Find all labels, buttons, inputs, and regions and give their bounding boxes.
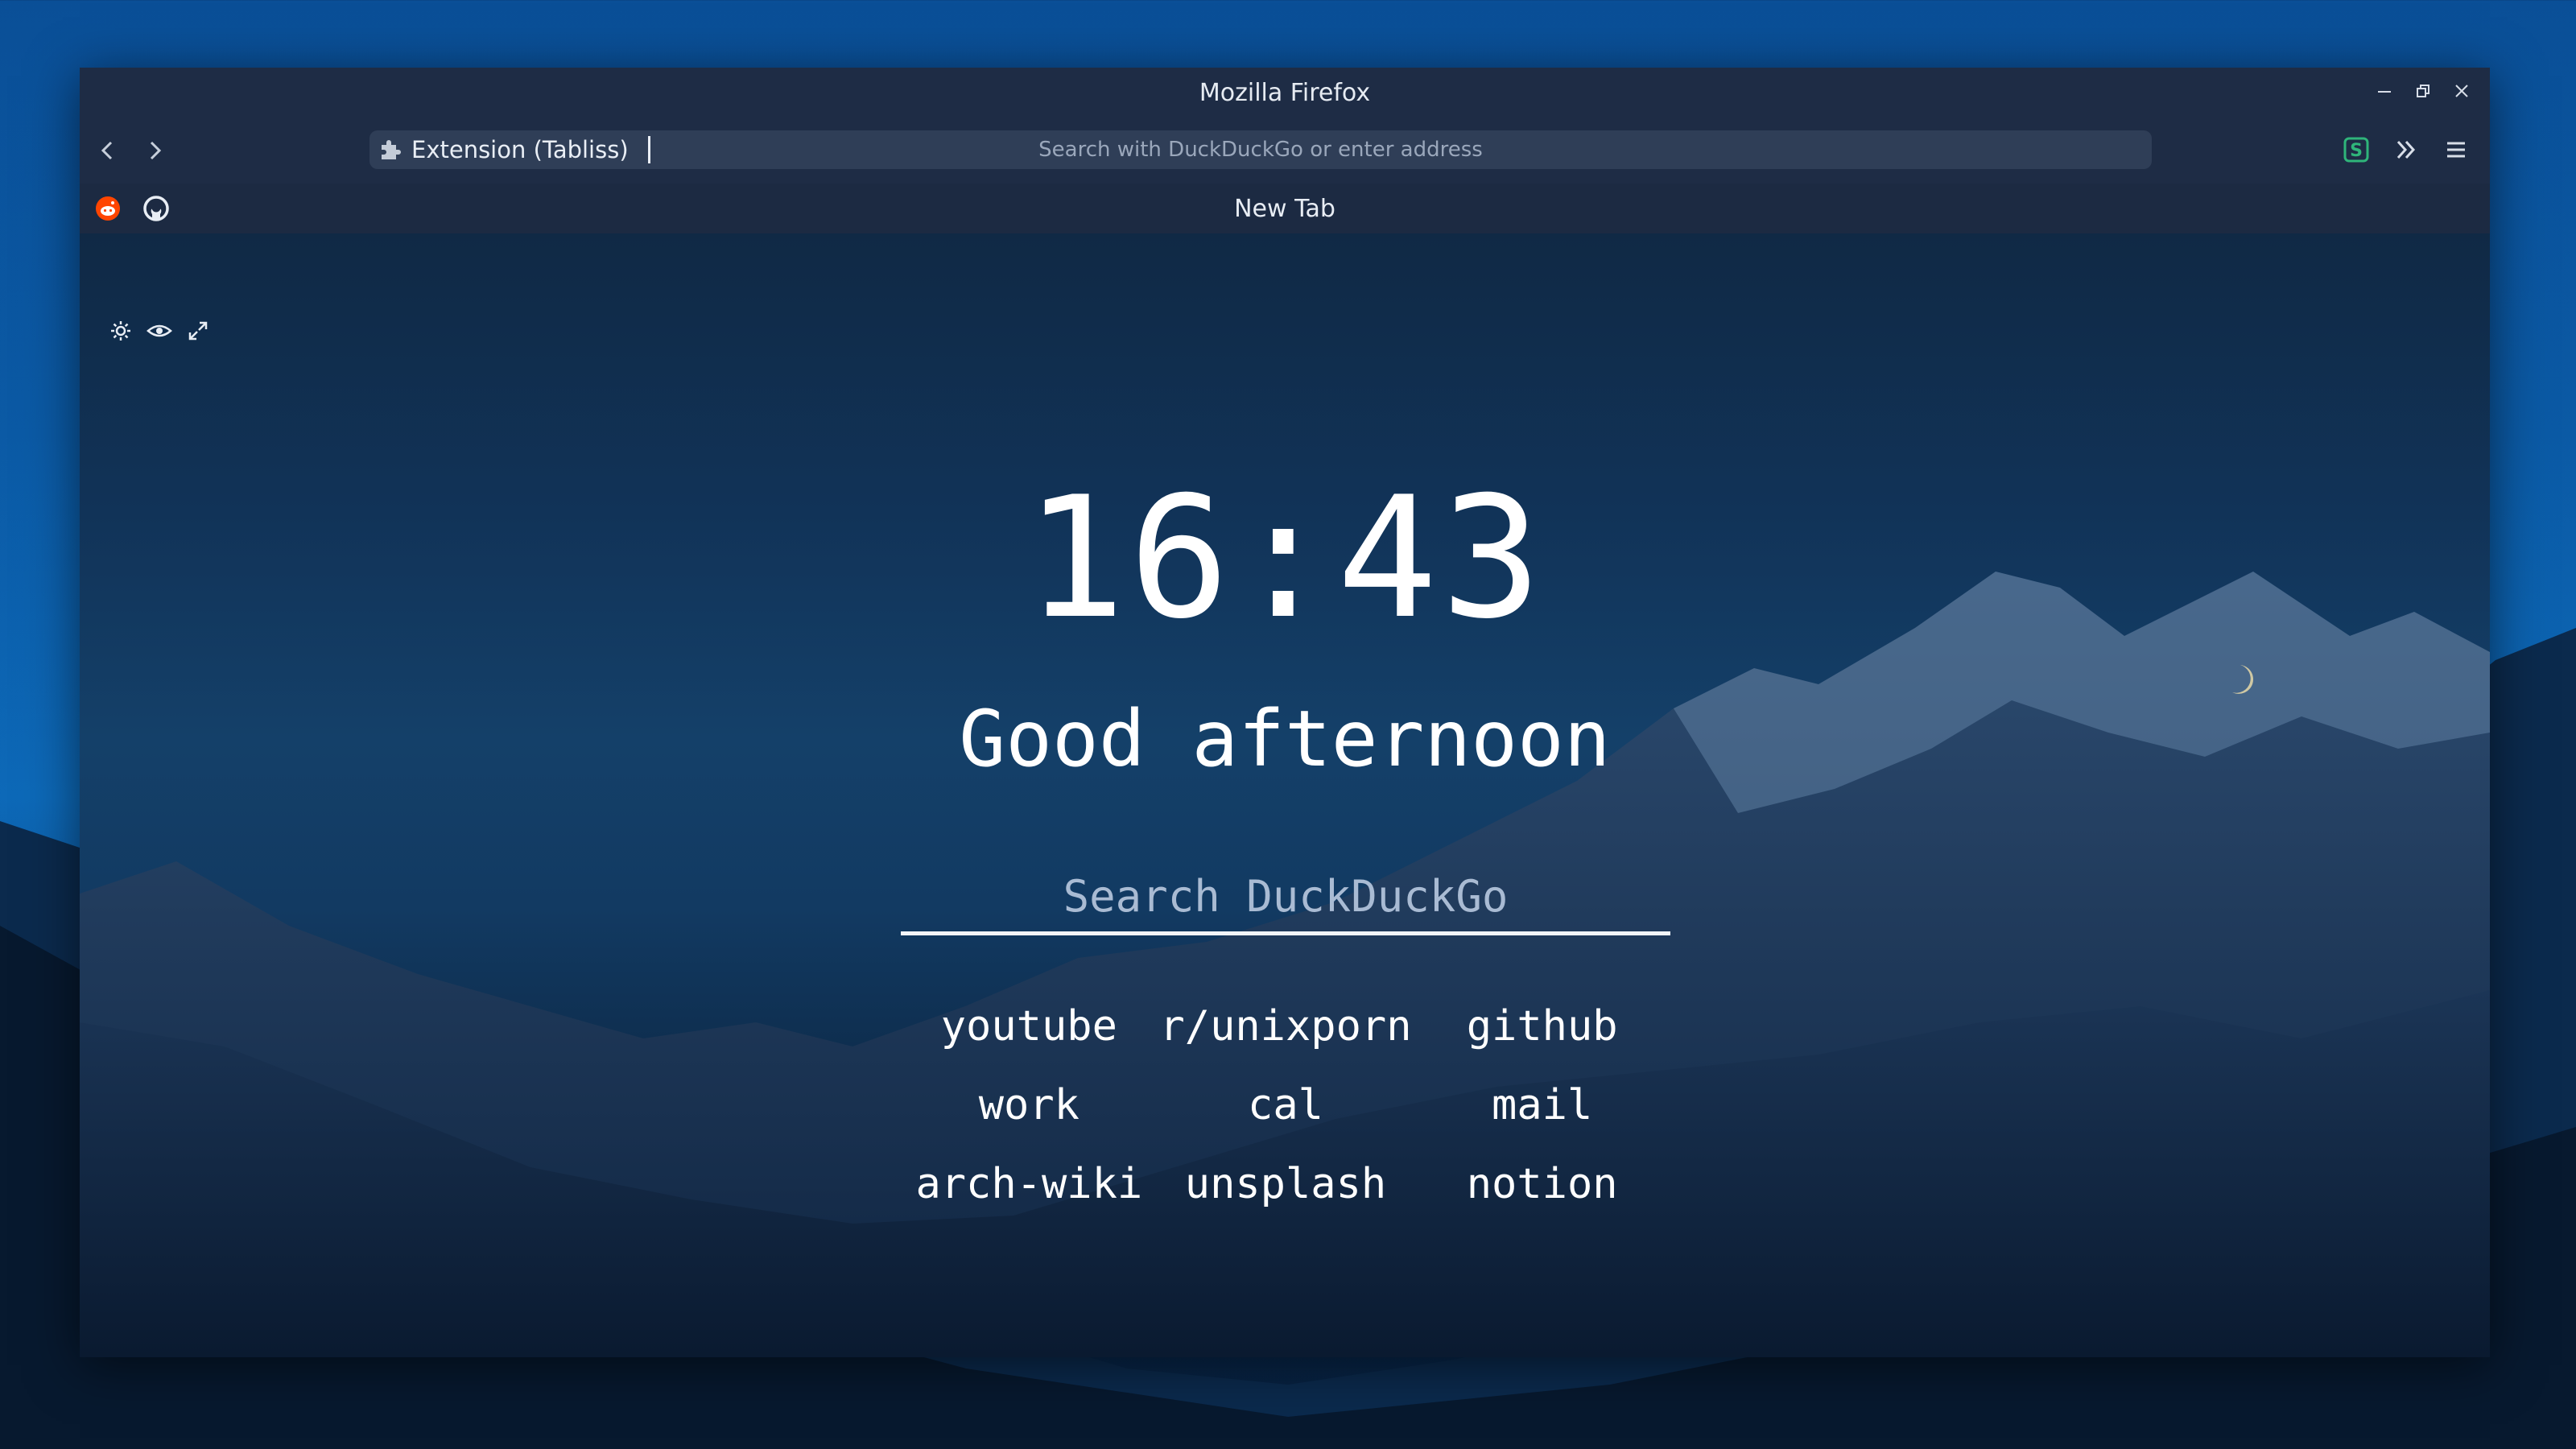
puzzle-piece-icon [382,140,401,159]
link-unixporn[interactable]: r/unixporn [1158,998,1414,1055]
restore-button[interactable] [2413,79,2434,103]
link-arch-wiki[interactable]: arch-wiki [901,1156,1158,1212]
link-notion[interactable]: notion [1414,1156,1670,1212]
search-input[interactable] [901,861,1670,935]
svg-text:S: S [2350,141,2363,161]
link-youtube[interactable]: youtube [901,998,1158,1055]
new-tab-page: 16:43 Good afternoon youtube r/unixporn … [80,233,2490,1357]
search-box [901,861,1670,942]
chevron-right-icon [150,141,162,160]
back-button[interactable] [91,134,125,167]
chevron-left-icon [101,141,113,160]
greeting: Good afternoon [959,694,1611,784]
address-bar[interactable]: Search with DuckDuckGo or enter address … [369,130,2152,169]
tab-bar: New Tab [80,184,2490,233]
title-bar: Mozilla Firefox [80,68,2490,118]
dashboard-tools [107,317,212,345]
focus-toggle-button[interactable] [146,317,173,345]
quick-links: youtube r/unixporn github work cal mail … [901,998,1670,1212]
double-chevron-icon [2396,140,2416,159]
menu-button[interactable] [2438,132,2474,167]
tab-new-tab[interactable]: New Tab [80,184,2490,233]
identity-box[interactable]: Extension (Tabliss) [378,130,650,169]
browser-window: Mozilla Firefox Search with DuckDuckGo o… [80,68,2490,1357]
expand-icon [188,321,208,341]
toolbar-right: S [2339,132,2474,167]
link-unsplash[interactable]: unsplash [1158,1156,1414,1212]
navigation-toolbar: Search with DuckDuckGo or enter address … [80,118,2490,184]
minimize-button[interactable] [2374,79,2395,103]
window-controls [2374,79,2472,103]
hamburger-icon [2447,142,2465,158]
gear-icon [111,321,130,341]
close-button[interactable] [2451,79,2472,103]
overflow-button[interactable] [2388,132,2424,167]
link-github[interactable]: github [1414,998,1670,1055]
fullscreen-button[interactable] [184,317,212,345]
window-title: Mozilla Firefox [1199,78,1371,107]
link-work[interactable]: work [901,1077,1158,1133]
tab-label: New Tab [1234,194,1335,223]
restore-icon [2417,85,2429,97]
settings-button[interactable] [107,317,134,345]
link-cal[interactable]: cal [1158,1077,1414,1133]
link-mail[interactable]: mail [1414,1077,1670,1133]
extension-s-icon: S [2343,137,2369,163]
text-cursor [647,136,650,163]
minimize-icon [2378,91,2391,93]
clock: 16:43 [1024,461,1546,656]
forward-button[interactable] [138,134,171,167]
eye-icon [147,324,172,337]
close-icon [2455,85,2468,97]
extension-button[interactable]: S [2339,132,2374,167]
identity-label: Extension (Tabliss) [411,136,629,163]
